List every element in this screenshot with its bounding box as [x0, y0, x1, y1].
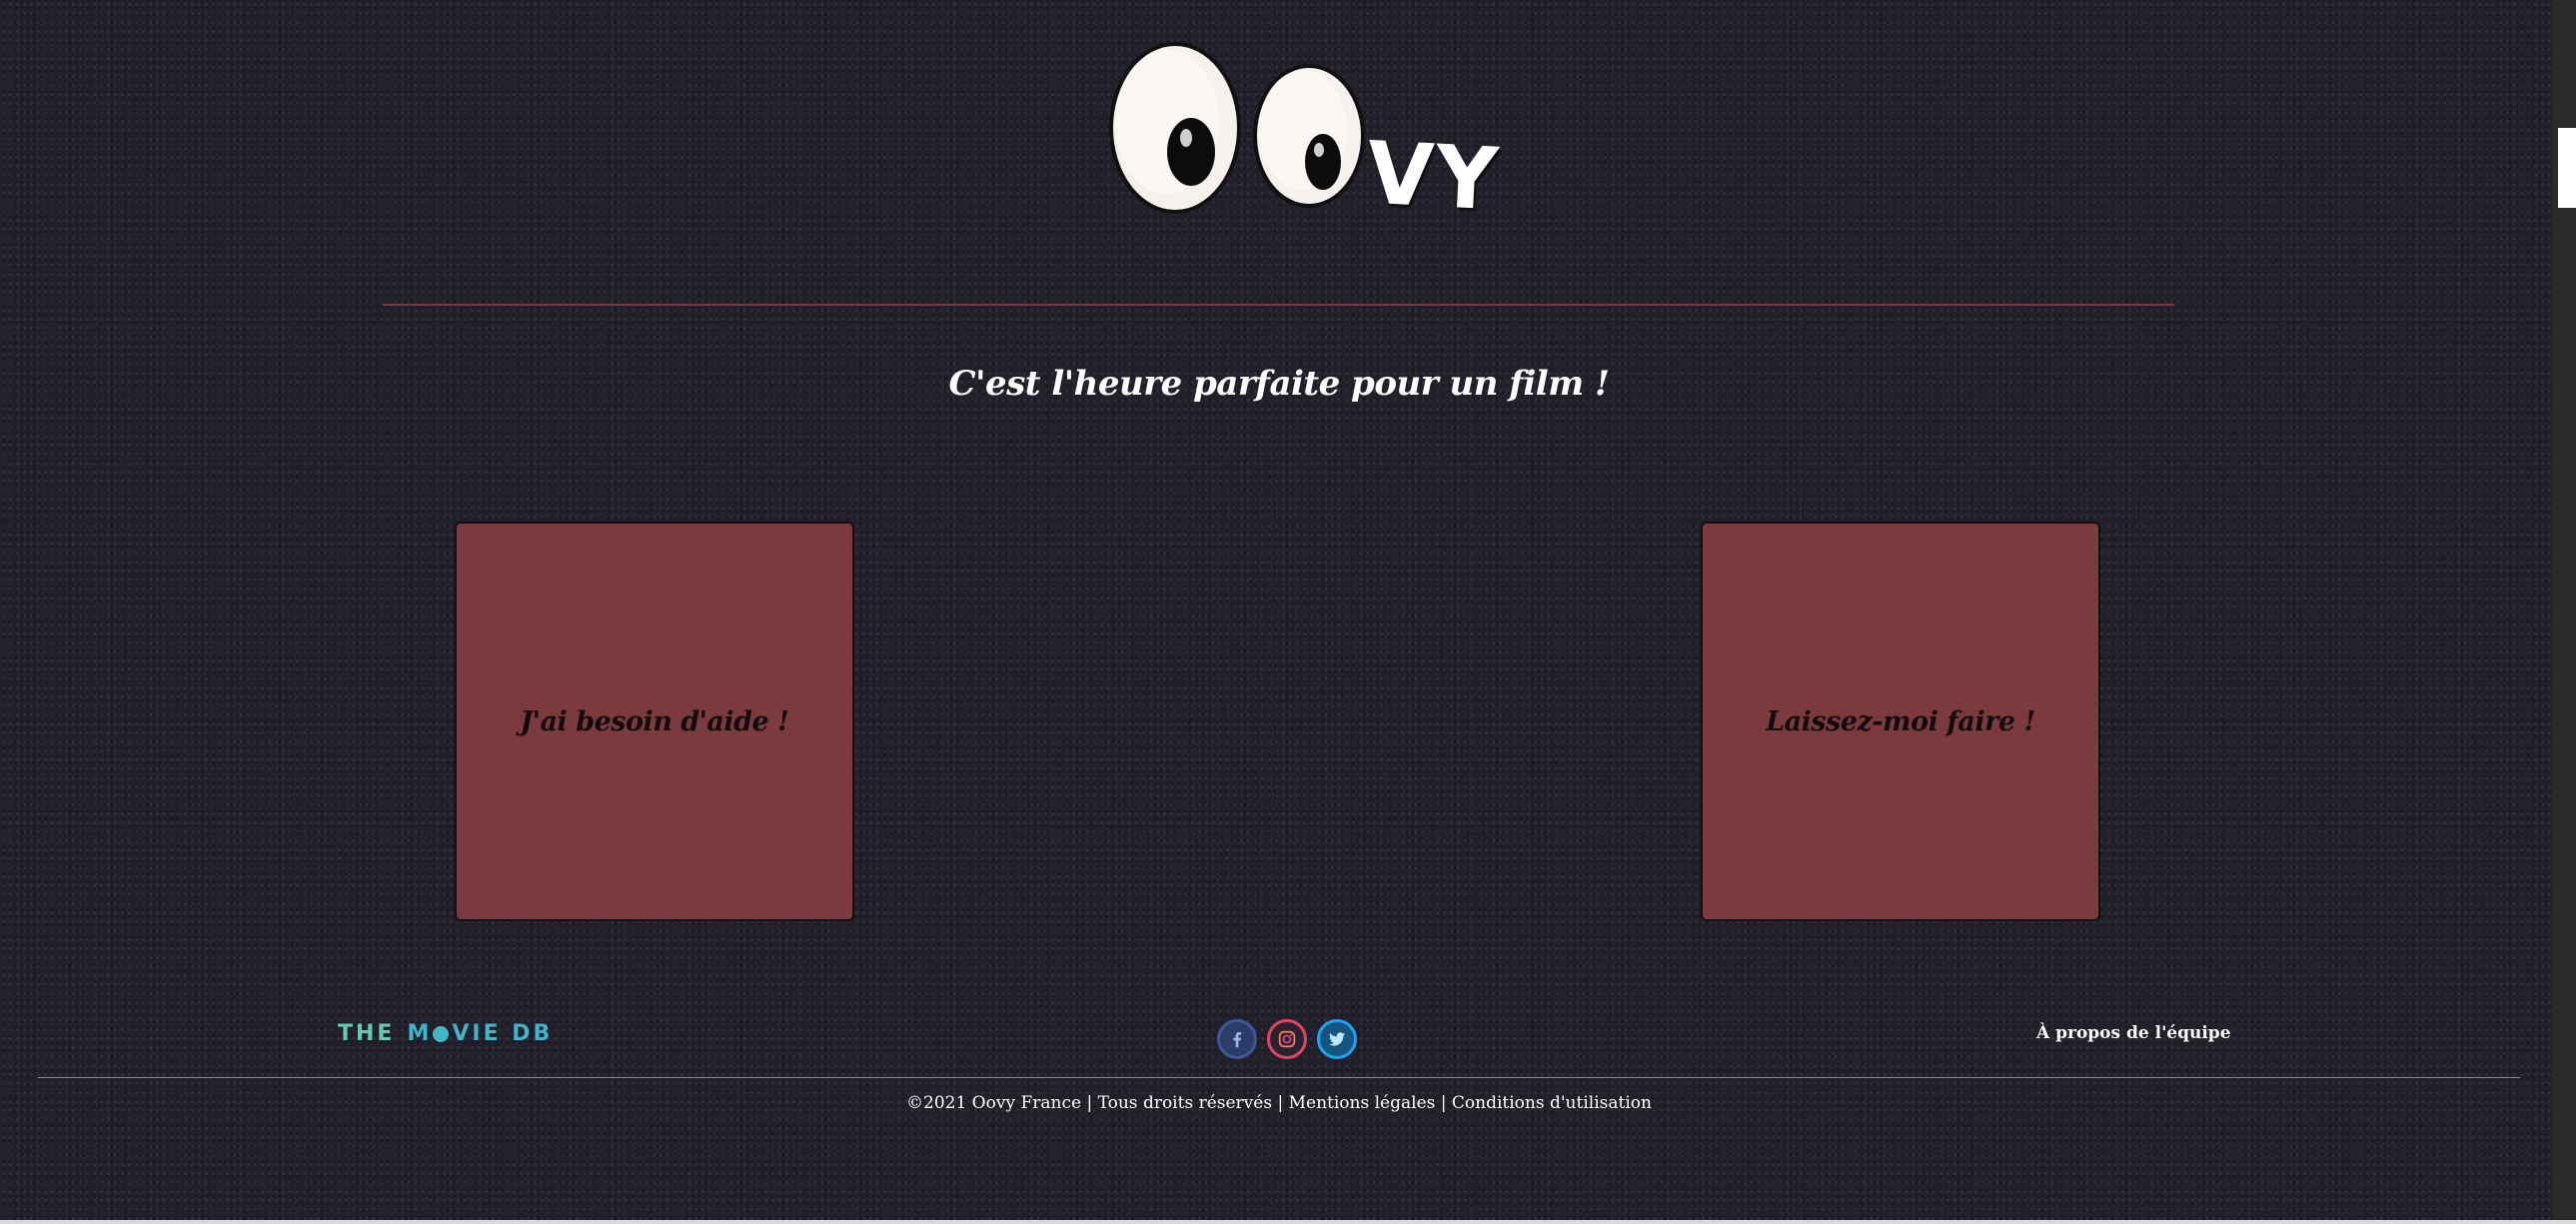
- tmdb-logo-text-mo: M: [407, 1021, 433, 1046]
- tmdb-logo-text-start: THE: [338, 1021, 396, 1046]
- instagram-button[interactable]: [1267, 1019, 1307, 1059]
- legal-separator: |: [1440, 1093, 1447, 1113]
- help-me-card[interactable]: J'ai besoin d'aide !: [455, 522, 854, 921]
- twitter-button[interactable]: [1317, 1019, 1357, 1059]
- legal-mentions-link[interactable]: Mentions légales: [1289, 1093, 1436, 1113]
- twitter-icon: [1328, 1032, 1346, 1046]
- terms-link[interactable]: Conditions d'utilisation: [1452, 1093, 1652, 1113]
- facebook-icon: [1233, 1032, 1242, 1048]
- tmdb-dot-icon: [433, 1025, 450, 1042]
- facebook-button[interactable]: [1217, 1019, 1257, 1059]
- legal-separator: |: [1277, 1093, 1284, 1113]
- copyright-text: ©2021 Oovy France: [906, 1093, 1082, 1113]
- window-bottom-border: [0, 1220, 2576, 1224]
- legal-separator: |: [1086, 1093, 1093, 1113]
- let-me-do-label: Laissez-moi faire !: [1766, 705, 2035, 737]
- help-me-label: J'ai besoin d'aide !: [520, 705, 789, 737]
- page-tagline: C'est l'heure parfaite pour un film !: [948, 364, 1610, 404]
- header-divider: [383, 304, 2174, 306]
- tmdb-logo-text-end: VIE DB: [452, 1021, 554, 1046]
- footer-divider: [38, 1077, 2520, 1078]
- about-team-link[interactable]: À propos de l'équipe: [2036, 1023, 2231, 1043]
- legal-bar: ©2021 Oovy France | Tous droits réservés…: [0, 1093, 2558, 1113]
- rights-text: Tous droits réservés: [1097, 1093, 1273, 1113]
- let-me-do-card[interactable]: Laissez-moi faire !: [1701, 522, 2100, 921]
- tmdb-logo[interactable]: THE M VIE DB: [338, 1021, 553, 1046]
- instagram-icon: [1278, 1030, 1296, 1048]
- logo-wordmark: VY: [1364, 123, 1503, 231]
- oovy-logo[interactable]: VY: [1079, 42, 1503, 232]
- side-panel-tab: [2558, 128, 2576, 208]
- social-links: [1217, 1019, 1357, 1059]
